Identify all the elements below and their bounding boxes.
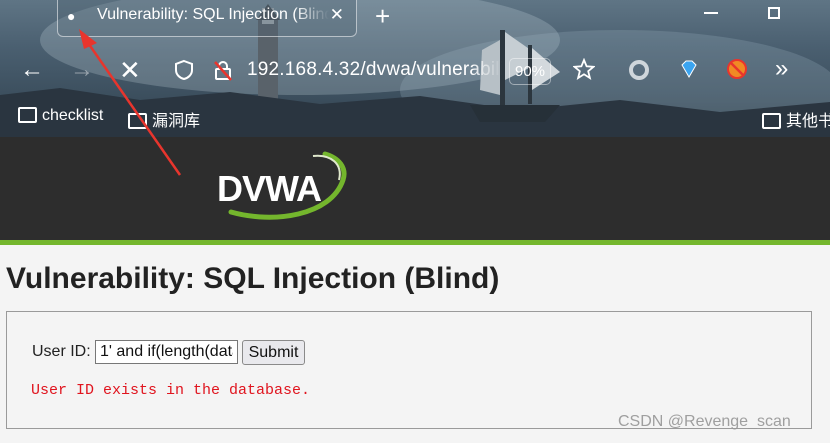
forward-button[interactable]: → [70,58,94,82]
watermark: CSDN @Revenge_scan [618,413,791,430]
bookmark-checklist[interactable]: checklist [18,107,103,125]
bookmark-vuln-library[interactable]: 漏洞库 [128,107,200,131]
browser-tab-active[interactable]: ● Vulnerability: SQL Injection (Blind) :… [57,0,357,37]
submit-button[interactable]: Submit [242,340,305,365]
folder-icon [128,113,147,129]
user-id-input[interactable] [95,340,238,364]
back-button[interactable]: ← [20,58,44,82]
new-tab-button[interactable]: + [375,1,390,32]
sqli-form: User ID: Submit User ID exists in the da… [6,311,812,429]
tab-favicon-icon: ● [67,8,76,24]
stop-loading-button[interactable]: ✕ [119,57,141,83]
page-title: Vulnerability: SQL Injection (Blind) [6,262,500,295]
folder-icon [762,113,781,129]
window-minimize-button[interactable] [704,12,718,14]
dvwa-logo: DVWA [213,150,353,222]
extension-noscript-icon[interactable] [726,58,748,80]
tab-title: Vulnerability: SQL Injection (Blind) :: … [97,6,329,23]
insecure-lock-icon[interactable] [212,59,234,81]
tab-close-icon[interactable]: ✕ [330,5,344,25]
result-message: User ID exists in the database. [31,382,311,399]
more-tools-chevron-icon[interactable]: » [775,57,788,81]
folder-icon [18,107,37,123]
extension-ring-icon[interactable] [628,58,650,80]
dvwa-header [0,137,830,240]
shield-icon[interactable] [173,59,195,81]
user-id-label: User ID: [32,343,91,360]
header-divider [0,240,830,245]
address-bar-url[interactable]: 192.168.4.32/dvwa/vulnerabilities/sqli_b… [247,59,502,81]
browser-chrome: ● Vulnerability: SQL Injection (Blind) :… [0,0,830,137]
bookmark-other[interactable]: 其他书签 [762,107,830,131]
zoom-level-indicator[interactable]: 90% [509,58,551,85]
bookmark-star-icon[interactable] [573,58,595,80]
extension-diamond-icon[interactable] [678,58,700,80]
window-maximize-button[interactable] [768,7,780,19]
